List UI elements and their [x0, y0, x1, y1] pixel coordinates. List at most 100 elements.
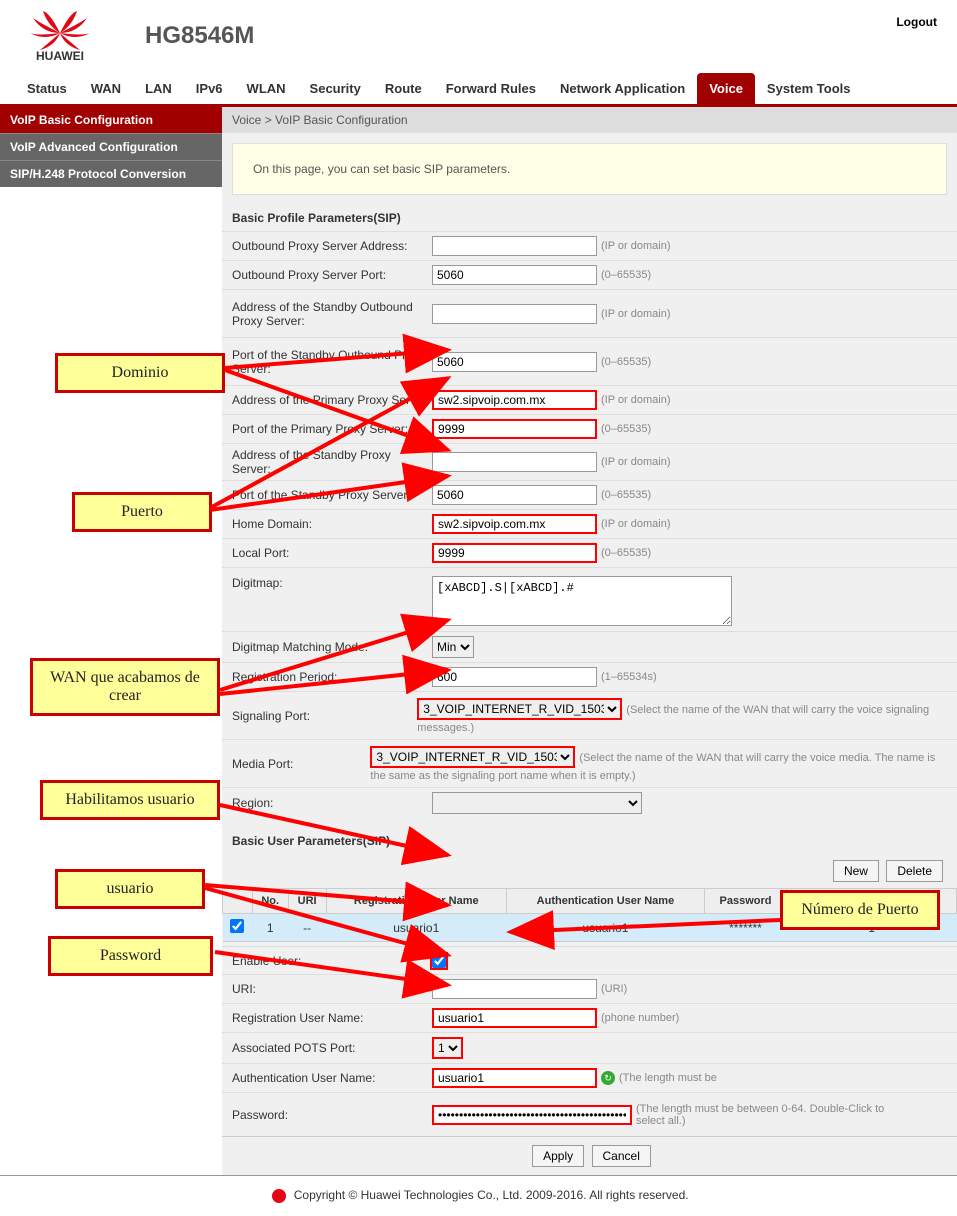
- reg-user-label: Registration User Name:: [232, 1011, 432, 1025]
- nav-status[interactable]: Status: [15, 73, 79, 104]
- region-label: Region:: [232, 796, 432, 810]
- brand-logo: HUAWEI: [15, 8, 115, 63]
- table-header: Password: [704, 889, 786, 914]
- digitmap-label: Digitmap:: [232, 576, 432, 590]
- cancel-button[interactable]: Cancel: [592, 1145, 651, 1167]
- hint: (IP or domain): [601, 240, 671, 252]
- nav-security[interactable]: Security: [298, 73, 373, 104]
- hint: (IP or domain): [601, 456, 671, 468]
- nav-ipv6[interactable]: IPv6: [184, 73, 235, 104]
- table-header: Authentication User Name: [507, 889, 705, 914]
- nav-system-tools[interactable]: System Tools: [755, 73, 863, 104]
- digitmap-mode-label: Digitmap Matching Mode:: [232, 640, 432, 654]
- hint: (URI): [601, 983, 627, 995]
- cell-uri: --: [288, 914, 326, 942]
- primary-port-label: Port of the Primary Proxy Server:: [232, 422, 432, 436]
- auth-user-label: Authentication User Name:: [232, 1071, 432, 1085]
- hint: (phone number): [601, 1012, 679, 1024]
- table-header: [223, 889, 253, 914]
- enable-user-label: Enable User:: [232, 954, 432, 968]
- nav-wan[interactable]: WAN: [79, 73, 133, 104]
- reg-period-input[interactable]: [432, 667, 597, 687]
- standby-out-addr-input[interactable]: [432, 304, 597, 324]
- cell-pass: *******: [704, 914, 786, 942]
- nav-route[interactable]: Route: [373, 73, 434, 104]
- hint: (IP or domain): [601, 518, 671, 530]
- auth-user-input[interactable]: [432, 1068, 597, 1088]
- hint: (The length must be between 0-64. Double…: [636, 1103, 916, 1127]
- section-profile-title: Basic Profile Parameters(SIP): [222, 205, 957, 231]
- reg-period-label: Registration Period:: [232, 670, 432, 684]
- svg-text:HUAWEI: HUAWEI: [36, 49, 84, 63]
- outbound-port-label: Outbound Proxy Server Port:: [232, 268, 432, 282]
- hint: (0–65535): [601, 269, 651, 281]
- primary-addr-input[interactable]: [432, 390, 597, 410]
- media-label: Media Port:: [232, 757, 370, 771]
- sidebar-item[interactable]: VoIP Basic Configuration: [0, 107, 222, 133]
- table-header: No.: [252, 889, 288, 914]
- sidebar-item[interactable]: VoIP Advanced Configuration: [0, 133, 222, 160]
- password-input[interactable]: [432, 1105, 632, 1125]
- enable-user-checkbox[interactable]: [432, 954, 446, 968]
- huawei-logo-icon: HUAWEI: [15, 8, 105, 63]
- cell-pots: 1: [787, 914, 957, 942]
- digitmap-textarea[interactable]: [432, 576, 732, 626]
- pots-select[interactable]: 1: [432, 1037, 463, 1059]
- cell-reg: usuario1: [326, 914, 507, 942]
- nav-lan[interactable]: LAN: [133, 73, 184, 104]
- nav-network-application[interactable]: Network Application: [548, 73, 697, 104]
- logout-link[interactable]: Logout: [896, 15, 937, 29]
- huawei-logo-small-icon: [268, 1188, 290, 1204]
- digitmap-mode-select[interactable]: Min: [432, 636, 474, 658]
- footer: Copyright © Huawei Technologies Co., Ltd…: [0, 1175, 957, 1216]
- local-port-label: Local Port:: [232, 546, 432, 560]
- sidebar-item[interactable]: SIP/H.248 Protocol Conversion: [0, 160, 222, 187]
- hint: (0–65535): [601, 489, 651, 501]
- signaling-label: Signaling Port:: [232, 709, 417, 723]
- standby-out-port-input[interactable]: [432, 352, 597, 372]
- cell-auth: usuario1: [507, 914, 705, 942]
- standby-port-label: Port of the Standby Proxy Server:: [232, 488, 432, 502]
- hint: (The length must be: [619, 1072, 717, 1084]
- new-button[interactable]: New: [833, 860, 879, 882]
- hint: (IP or domain): [601, 394, 671, 406]
- standby-out-addr-label: Address of the Standby Outbound Proxy Se…: [232, 300, 432, 328]
- outbound-port-input[interactable]: [432, 265, 597, 285]
- primary-addr-label: Address of the Primary Proxy Server:: [232, 393, 432, 407]
- main-nav: StatusWANLANIPv6WLANSecurityRouteForward…: [0, 73, 957, 107]
- region-select[interactable]: [432, 792, 642, 814]
- row-checkbox[interactable]: [230, 919, 244, 933]
- standby-addr-label: Address of the Standby Proxy Server:: [232, 448, 432, 476]
- outbound-addr-input[interactable]: [432, 236, 597, 256]
- table-header: Registration User Name: [326, 889, 507, 914]
- cell-no: 1: [252, 914, 288, 942]
- header: HUAWEI HG8546M Logout: [0, 0, 957, 63]
- home-domain-input[interactable]: [432, 514, 597, 534]
- pots-label: Associated POTS Port:: [232, 1041, 432, 1055]
- standby-out-port-label: Port of the Standby Outbound Proxy Serve…: [232, 348, 432, 376]
- nav-forward-rules[interactable]: Forward Rules: [434, 73, 548, 104]
- local-port-input[interactable]: [432, 543, 597, 563]
- home-domain-label: Home Domain:: [232, 517, 432, 531]
- table-row[interactable]: 1 -- usuario1 usuario1 ******* 1: [223, 914, 957, 942]
- hint: (1–65534s): [601, 671, 657, 683]
- nav-wlan[interactable]: WLAN: [235, 73, 298, 104]
- model-title: HG8546M: [145, 22, 254, 50]
- hint: (IP or domain): [601, 308, 671, 320]
- apply-button[interactable]: Apply: [532, 1145, 584, 1167]
- standby-addr-input[interactable]: [432, 452, 597, 472]
- refresh-icon[interactable]: ↻: [601, 1071, 615, 1085]
- media-select[interactable]: 3_VOIP_INTERNET_R_VID_1503: [370, 746, 575, 768]
- uri-input[interactable]: [432, 979, 597, 999]
- breadcrumb: Voice > VoIP Basic Configuration: [222, 107, 957, 133]
- hint: (0–65535): [601, 356, 651, 368]
- table-header: URI: [288, 889, 326, 914]
- reg-user-input[interactable]: [432, 1008, 597, 1028]
- hint: (0–65535): [601, 547, 651, 559]
- nav-voice[interactable]: Voice: [697, 73, 755, 104]
- primary-port-input[interactable]: [432, 419, 597, 439]
- delete-button[interactable]: Delete: [886, 860, 943, 882]
- table-header: Associated POTS Port: [787, 889, 957, 914]
- signaling-select[interactable]: 3_VOIP_INTERNET_R_VID_1503: [417, 698, 622, 720]
- standby-port-input[interactable]: [432, 485, 597, 505]
